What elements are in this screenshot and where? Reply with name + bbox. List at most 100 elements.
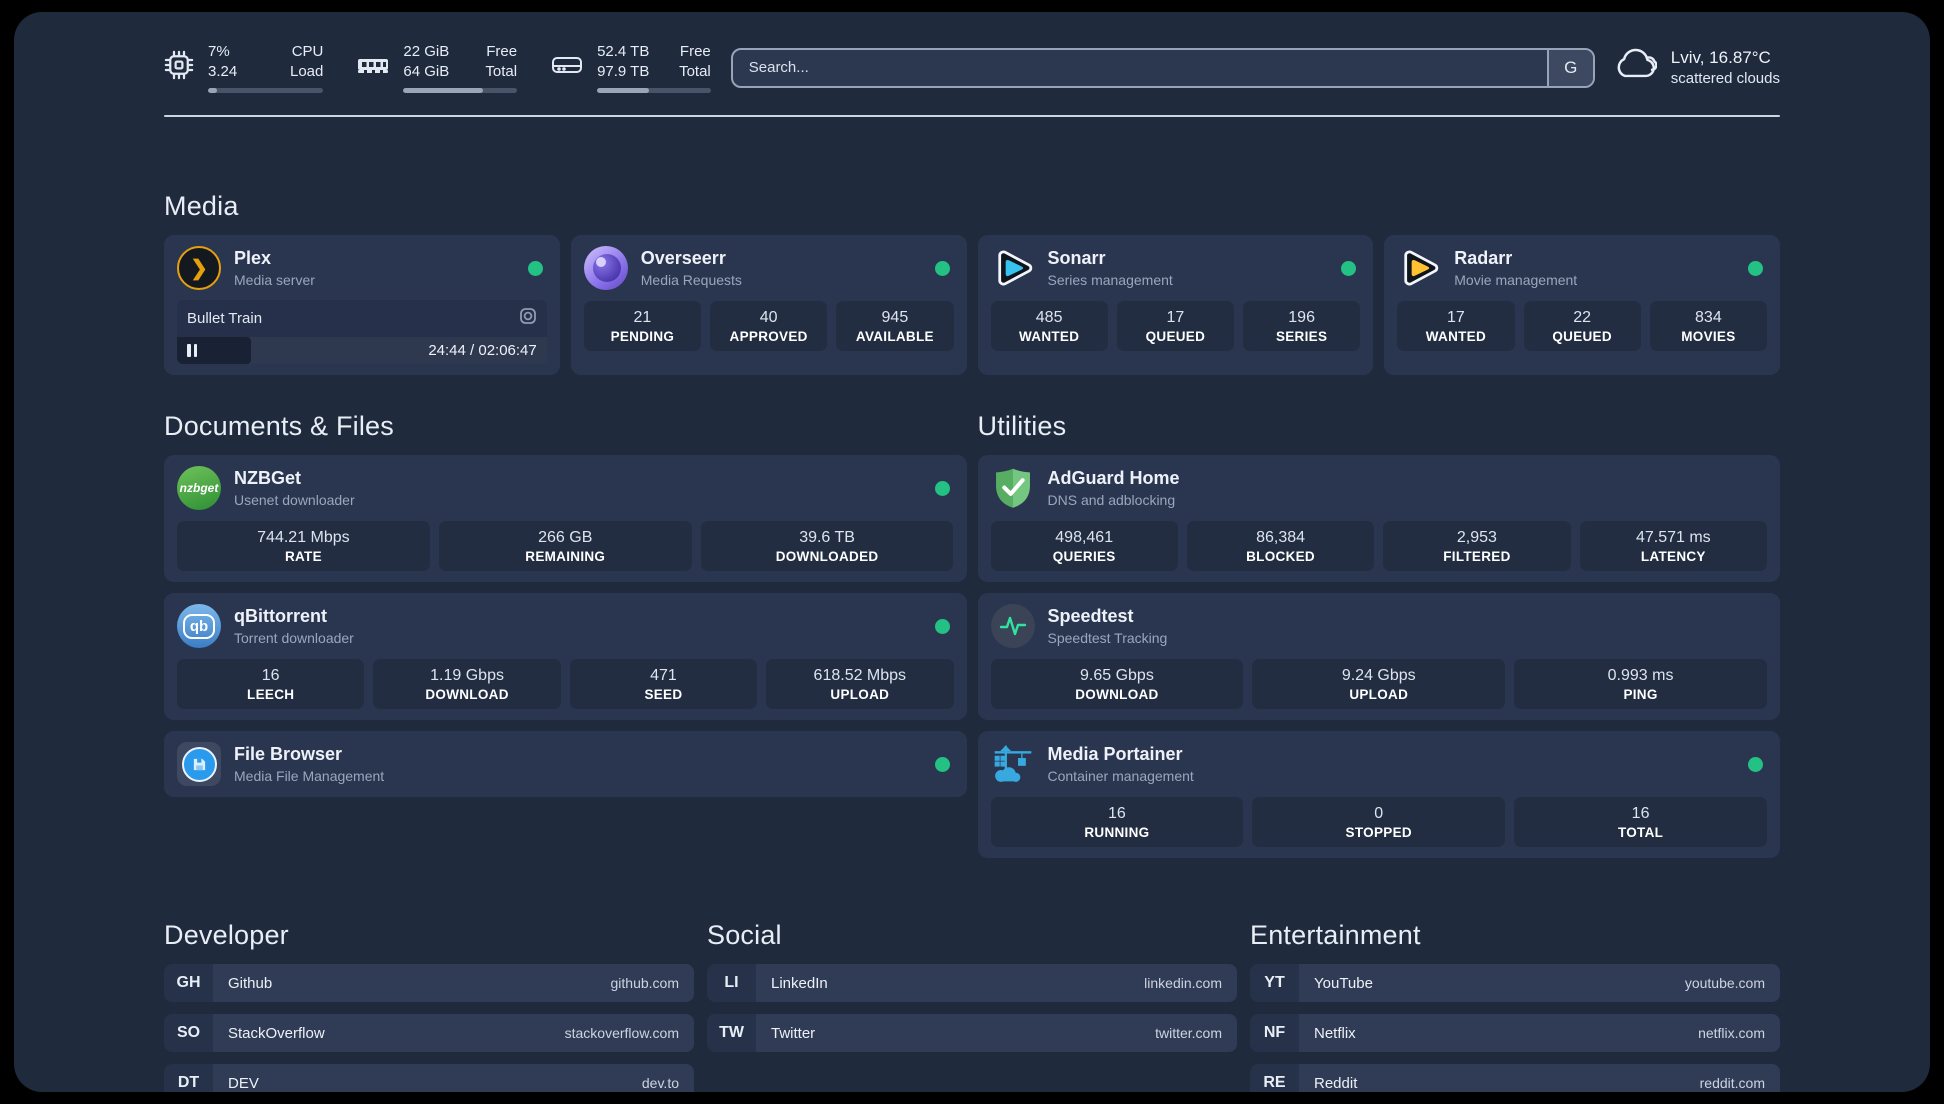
link-dev[interactable]: DT DEV dev.to: [164, 1064, 694, 1092]
weather-condition: scattered clouds: [1670, 70, 1780, 87]
stat-box: 744.21 Mbps RATE: [177, 521, 430, 571]
link-netflix[interactable]: NF Netflix netflix.com: [1250, 1014, 1780, 1052]
disk-progress-bar: [597, 88, 711, 93]
stat-box: 266 GB REMAINING: [438, 521, 692, 571]
app-card-sonarr[interactable]: Sonarr Series management 485 WANTED 17 QUE…: [977, 235, 1374, 375]
app-name: Radarr: [1454, 248, 1513, 268]
link-domain: netflix.com: [1698, 1025, 1765, 1041]
section-documents: Documents & Files nzbget NZBGet Usenet d…: [164, 411, 967, 797]
cpu-load-label: Load: [290, 63, 324, 80]
weather-cloud-icon: [1611, 46, 1658, 89]
session-device-icon: [519, 307, 537, 330]
link-name: Reddit: [1314, 1074, 1358, 1092]
stat-box: 16 TOTAL: [1514, 797, 1767, 847]
link-name: DEV: [228, 1074, 259, 1092]
app-subtitle: Container management: [1047, 768, 1194, 784]
link-name: Netflix: [1314, 1024, 1356, 1042]
pause-icon[interactable]: [187, 344, 197, 357]
link-domain: stackoverflow.com: [564, 1025, 679, 1041]
status-indicator: [934, 260, 950, 276]
stat-box: 834 MOVIES: [1649, 301, 1767, 351]
app-name: File Browser: [234, 744, 343, 764]
section-utilities: Utilities AdGuard Home DNS and adblockin…: [977, 411, 1780, 858]
link-name: YouTube: [1314, 974, 1373, 992]
link-linkedin[interactable]: LI LinkedIn linkedin.com: [707, 964, 1237, 1002]
stat-box: 39.6 TB DOWNLOADED: [700, 521, 954, 571]
search-input[interactable]: [732, 49, 1547, 86]
link-abbr: DT: [164, 1064, 213, 1092]
cpu-load-value: 3.24: [208, 63, 238, 80]
header-divider: [164, 115, 1780, 117]
sonarr-icon: [991, 246, 1035, 290]
search-engine-button[interactable]: G: [1546, 49, 1593, 86]
app-card-adguard[interactable]: AdGuard Home DNS and adblocking 498,461 Q…: [977, 455, 1780, 582]
stat-box: 471 SEED: [569, 659, 758, 709]
stat-box: 0.993 ms PING: [1514, 659, 1767, 709]
status-indicator: [1748, 260, 1763, 276]
app-card-plex[interactable]: ❯ Plex Media server Bullet Train 24:44 /…: [164, 235, 560, 375]
disk-icon: [551, 52, 583, 83]
section-title-entertainment: Entertainment: [1250, 920, 1421, 950]
app-name: qBittorrent: [234, 606, 327, 626]
link-github[interactable]: GH Github github.com: [164, 964, 694, 1002]
app-card-speedtest[interactable]: Speedtest Speedtest Tracking 9.65 Gbps DO…: [977, 593, 1780, 720]
link-stackoverflow[interactable]: SO StackOverflow stackoverflow.com: [164, 1014, 694, 1052]
now-playing-title: Bullet Train: [187, 310, 263, 327]
section-title-social: Social: [707, 920, 782, 950]
app-subtitle: Usenet downloader: [234, 492, 355, 508]
stat-box: 40 APPROVED: [710, 301, 828, 351]
cpu-usage-label: CPU: [291, 43, 324, 60]
section-title-developer: Developer: [164, 920, 289, 950]
link-abbr: YT: [1250, 964, 1299, 1002]
disk-total-value: 97.9 TB: [597, 63, 650, 80]
stat-box: 86,384 BLOCKED: [1186, 521, 1375, 571]
app-card-overseerr[interactable]: Overseerr Media Requests 21 PENDING 40 APP…: [570, 235, 967, 375]
app-name: Media Portainer: [1047, 744, 1183, 764]
dashboard: 7% 3.24 CPU Load 22 GiB 64 GiB Free Tota…: [14, 12, 1930, 1092]
stat-box: 0 STOPPED: [1252, 797, 1506, 847]
app-subtitle: Media File Management: [234, 768, 385, 784]
app-card-qbittorrent[interactable]: qb qBittorrent Torrent downloader 16 LEEC…: [164, 593, 967, 720]
link-domain: linkedin.com: [1144, 975, 1222, 991]
stat-box: 21 PENDING: [583, 301, 701, 351]
app-card-portainer[interactable]: Media Portainer Container management 16 R…: [977, 731, 1780, 858]
stat-box: 17 QUEUED: [1116, 301, 1234, 351]
memory-total-label: Total: [485, 63, 518, 80]
link-domain: youtube.com: [1684, 975, 1765, 991]
app-subtitle: Media server: [234, 272, 315, 288]
status-indicator: [934, 618, 950, 634]
cpu-progress-bar: [208, 88, 324, 93]
stat-box: 9.24 Gbps UPLOAD: [1252, 659, 1506, 709]
link-domain: dev.to: [641, 1075, 679, 1091]
stat-box: 9.65 Gbps DOWNLOAD: [990, 659, 1244, 709]
plex-now-playing: Bullet Train 24:44 / 02:06:47: [177, 300, 547, 364]
app-name: NZBGet: [234, 468, 301, 488]
stat-box: 47.571 ms LATENCY: [1579, 521, 1767, 571]
disk-stat: 52.4 TB 97.9 TB Free Total: [551, 42, 711, 93]
app-card-filebrowser[interactable]: File Browser Media File Management: [164, 731, 967, 797]
app-card-radarr[interactable]: Radarr Movie management 17 WANTED 22 QUEUE…: [1384, 235, 1780, 375]
playback-time: 24:44 / 02:06:47: [428, 342, 537, 359]
qbittorrent-icon: qb: [177, 604, 221, 648]
stat-box: 2,953 FILTERED: [1383, 521, 1571, 571]
memory-free-value: 22 GiB: [403, 43, 450, 60]
link-abbr: GH: [164, 964, 213, 1002]
app-card-nzbget[interactable]: nzbget NZBGet Usenet downloader 744.21 M…: [164, 455, 967, 582]
section-developer: Developer GH Github github.com SO StackO…: [164, 920, 694, 1092]
link-youtube[interactable]: YT YouTube youtube.com: [1250, 964, 1780, 1002]
header-bar: 7% 3.24 CPU Load 22 GiB 64 GiB Free Tota…: [164, 42, 1780, 93]
link-name: Twitter: [771, 1024, 816, 1042]
link-name: Github: [228, 974, 273, 992]
playback-progress-bar[interactable]: 24:44 / 02:06:47: [177, 337, 547, 364]
app-subtitle: Media Requests: [640, 272, 742, 288]
app-name: Overseerr: [640, 248, 726, 268]
disk-total-label: Total: [679, 63, 711, 80]
filebrowser-icon: [177, 742, 221, 786]
status-indicator: [934, 480, 950, 496]
link-abbr: RE: [1250, 1064, 1299, 1092]
link-reddit[interactable]: RE Reddit reddit.com: [1250, 1064, 1780, 1092]
stat-box: 1.19 Gbps DOWNLOAD: [373, 659, 561, 709]
weather-location-temp: Lviv, 16.87°C: [1670, 48, 1771, 67]
weather-widget: Lviv, 16.87°C scattered clouds: [1611, 46, 1780, 89]
link-twitter[interactable]: TW Twitter twitter.com: [707, 1014, 1237, 1052]
